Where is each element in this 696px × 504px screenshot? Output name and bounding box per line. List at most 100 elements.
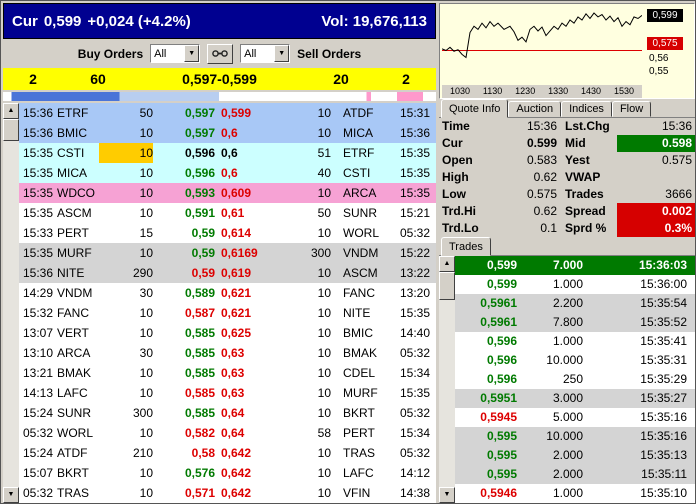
buy-quantity: 210 [132, 446, 153, 460]
order-book-row[interactable]: 15:35 MURF 10 0,59 0,6169 300 VNDM 15:22 [19, 243, 436, 263]
sell-order-time: 15:34 [399, 366, 430, 380]
sell-quantity: 10 [317, 266, 331, 280]
order-book-row[interactable]: 15:24 ATDF 210 0,58 0,642 10 TRAS 05:32 [19, 443, 436, 463]
cur-price: 0,599 [43, 12, 82, 30]
order-book-row[interactable]: 15:36 ETRF 50 0,597 0,599 10 ATDF 15:31 [19, 103, 436, 123]
buy-order-time: 15:35 [23, 166, 54, 180]
quote-value: 0.575 [661, 153, 692, 167]
tab-quote-info[interactable]: Quote Info [441, 99, 509, 118]
order-book-row[interactable]: 15:35 MICA 10 0,596 0,6 40 CSTI 15:35 [19, 163, 436, 183]
quote-value: 0.3% [617, 220, 695, 237]
order-book-row[interactable]: 15:32 FANC 10 0,587 0,621 10 NITE 15:35 [19, 303, 436, 323]
sell-order-time: 15:22 [399, 246, 430, 260]
bid-price: 0,593 [184, 186, 215, 200]
sell-broker: LAFC [343, 466, 374, 480]
order-book-pane: Cur 0,599 +0,024 (+4.2%) Vol: 19,676,113 B… [3, 3, 436, 503]
ask-price: 0,6169 [221, 246, 258, 260]
order-book-row[interactable]: 15:36 NITE 290 0,59 0,619 10 ASCM 13:22 [19, 263, 436, 283]
buy-orders-label: Buy Orders [77, 46, 144, 61]
trade-row: 0,599 1.000 15:36:00 [455, 275, 695, 294]
sell-broker: ETRF [343, 146, 375, 160]
y-label-tick: 0,55 [649, 66, 669, 77]
scroll-down-icon[interactable]: ▼ [439, 487, 455, 503]
buy-depth-bar [3, 92, 219, 101]
chevron-down-icon[interactable]: ▼ [274, 45, 290, 62]
buy-quantity: 30 [139, 286, 153, 300]
buy-quantity: 10 [139, 426, 153, 440]
ask-price: 0,621 [221, 306, 252, 320]
order-book-row[interactable]: 15:36 BMIC 10 0,597 0,6 10 MICA 15:36 [19, 123, 436, 143]
order-book-row[interactable]: 05:32 TRAS 10 0,571 0,642 10 VFIN 14:38 [19, 483, 436, 503]
depth-summary-row: 2 60 0,597-0,599 20 2 [3, 68, 436, 90]
buy-quantity: 10 [139, 166, 153, 180]
trade-time: 15:35:10 [640, 486, 687, 500]
trades-scrollbar[interactable]: ▲ ▼ [439, 256, 455, 503]
link-filters-button[interactable] [207, 43, 234, 64]
order-book-row[interactable]: 15:24 SUNR 300 0,585 0,64 10 BKRT 05:32 [19, 403, 436, 423]
tab-flow[interactable]: Flow [611, 101, 652, 117]
scroll-down-icon[interactable]: ▼ [3, 487, 19, 503]
order-book-row[interactable]: 15:07 BKRT 10 0,576 0,642 10 LAFC 14:12 [19, 463, 436, 483]
order-book-row[interactable]: 14:29 VNDM 30 0,589 0,621 10 FANC 13:20 [19, 283, 436, 303]
sell-quantity: 10 [317, 406, 331, 420]
scrollbar-thumb[interactable] [439, 272, 455, 300]
ask-price: 0,642 [221, 466, 252, 480]
scrollbar-thumb[interactable] [3, 119, 19, 141]
sell-quantity: 10 [317, 366, 331, 380]
order-book-row[interactable]: 13:10 ARCA 30 0,585 0,63 10 BMAK 05:32 [19, 343, 436, 363]
quote-info-row: Trd.Lo 0.1 Sprd % 0.3% [439, 220, 695, 237]
order-book-row[interactable]: 14:13 LAFC 10 0,585 0,63 10 MURF 15:35 [19, 383, 436, 403]
sell-broker: ARCA [343, 186, 377, 200]
buy-order-time: 15:36 [23, 106, 54, 120]
trade-price: 0,595 [486, 448, 517, 462]
sell-order-time: 13:22 [399, 266, 430, 280]
scrollbar-track[interactable] [439, 300, 455, 487]
sell-quantity-total: 20 [333, 71, 349, 87]
tab-trades[interactable]: Trades [441, 237, 491, 256]
order-book-row[interactable]: 15:35 CSTI 10 0,596 0,6 51 ETRF 15:35 [19, 143, 436, 163]
buy-broker: WDCO [57, 186, 95, 200]
trade-row: 0,596 250 15:35:29 [455, 370, 695, 389]
buy-order-time: 15:35 [23, 186, 54, 200]
buy-quantity: 10 [139, 366, 153, 380]
bid-ask-range: 0,597-0,599 [182, 71, 257, 87]
order-book-row[interactable]: 13:07 VERT 10 0,585 0,625 10 BMIC 14:40 [19, 323, 436, 343]
sell-order-time: 05:32 [399, 446, 430, 460]
quote-info-row: Low 0.575 Trades 3666 [439, 186, 695, 203]
buy-quantity: 300 [132, 406, 153, 420]
sell-quantity: 10 [317, 326, 331, 340]
bid-price: 0,597 [184, 126, 215, 140]
buy-broker: VERT [57, 326, 89, 340]
buy-quantity: 30 [139, 346, 153, 360]
sell-order-time: 13:20 [399, 286, 430, 300]
scrollbar-track[interactable] [3, 141, 19, 487]
sell-broker: ATDF [343, 106, 374, 120]
tab-auction[interactable]: Auction [508, 101, 562, 117]
scroll-up-icon[interactable]: ▲ [3, 103, 19, 119]
buy-order-time: 13:21 [23, 366, 54, 380]
bid-price: 0,591 [184, 206, 215, 220]
buy-order-time: 13:07 [23, 326, 54, 340]
sell-quantity: 10 [317, 346, 331, 360]
buy-order-time: 15:24 [23, 446, 54, 460]
sell-order-time: 15:35 [399, 146, 430, 160]
order-book-row[interactable]: 15:33 PERT 15 0,59 0,614 10 WORL 05:32 [19, 223, 436, 243]
y-label-yesterday: 0,575 [647, 37, 683, 50]
sell-order-time: 14:12 [399, 466, 430, 480]
trade-row: 0,5961 2.200 15:35:54 [455, 294, 695, 313]
buy-order-time: 15:07 [23, 466, 54, 480]
order-book-row[interactable]: 15:35 WDCO 10 0,593 0,609 10 ARCA 15:35 [19, 183, 436, 203]
trade-price: 0,5946 [480, 486, 517, 500]
quote-label: VWAP [565, 170, 601, 184]
buy-quantity: 15 [139, 226, 153, 240]
order-book-row[interactable]: 15:35 ASCM 10 0,591 0,61 50 SUNR 15:21 [19, 203, 436, 223]
tab-indices[interactable]: Indices [561, 101, 612, 117]
scroll-up-icon[interactable]: ▲ [439, 256, 455, 272]
sell-filter-select[interactable]: All ▼ [240, 44, 291, 63]
order-book-row[interactable]: 13:21 BMAK 10 0,585 0,63 10 CDEL 15:34 [19, 363, 436, 383]
buy-filter-select[interactable]: All ▼ [150, 44, 201, 63]
order-book-scrollbar[interactable]: ▲ ▼ [3, 103, 19, 503]
chevron-down-icon[interactable]: ▼ [184, 45, 200, 62]
order-book-row[interactable]: 05:32 WORL 10 0,582 0,64 58 PERT 15:34 [19, 423, 436, 443]
bid-price: 0,58 [191, 446, 215, 460]
